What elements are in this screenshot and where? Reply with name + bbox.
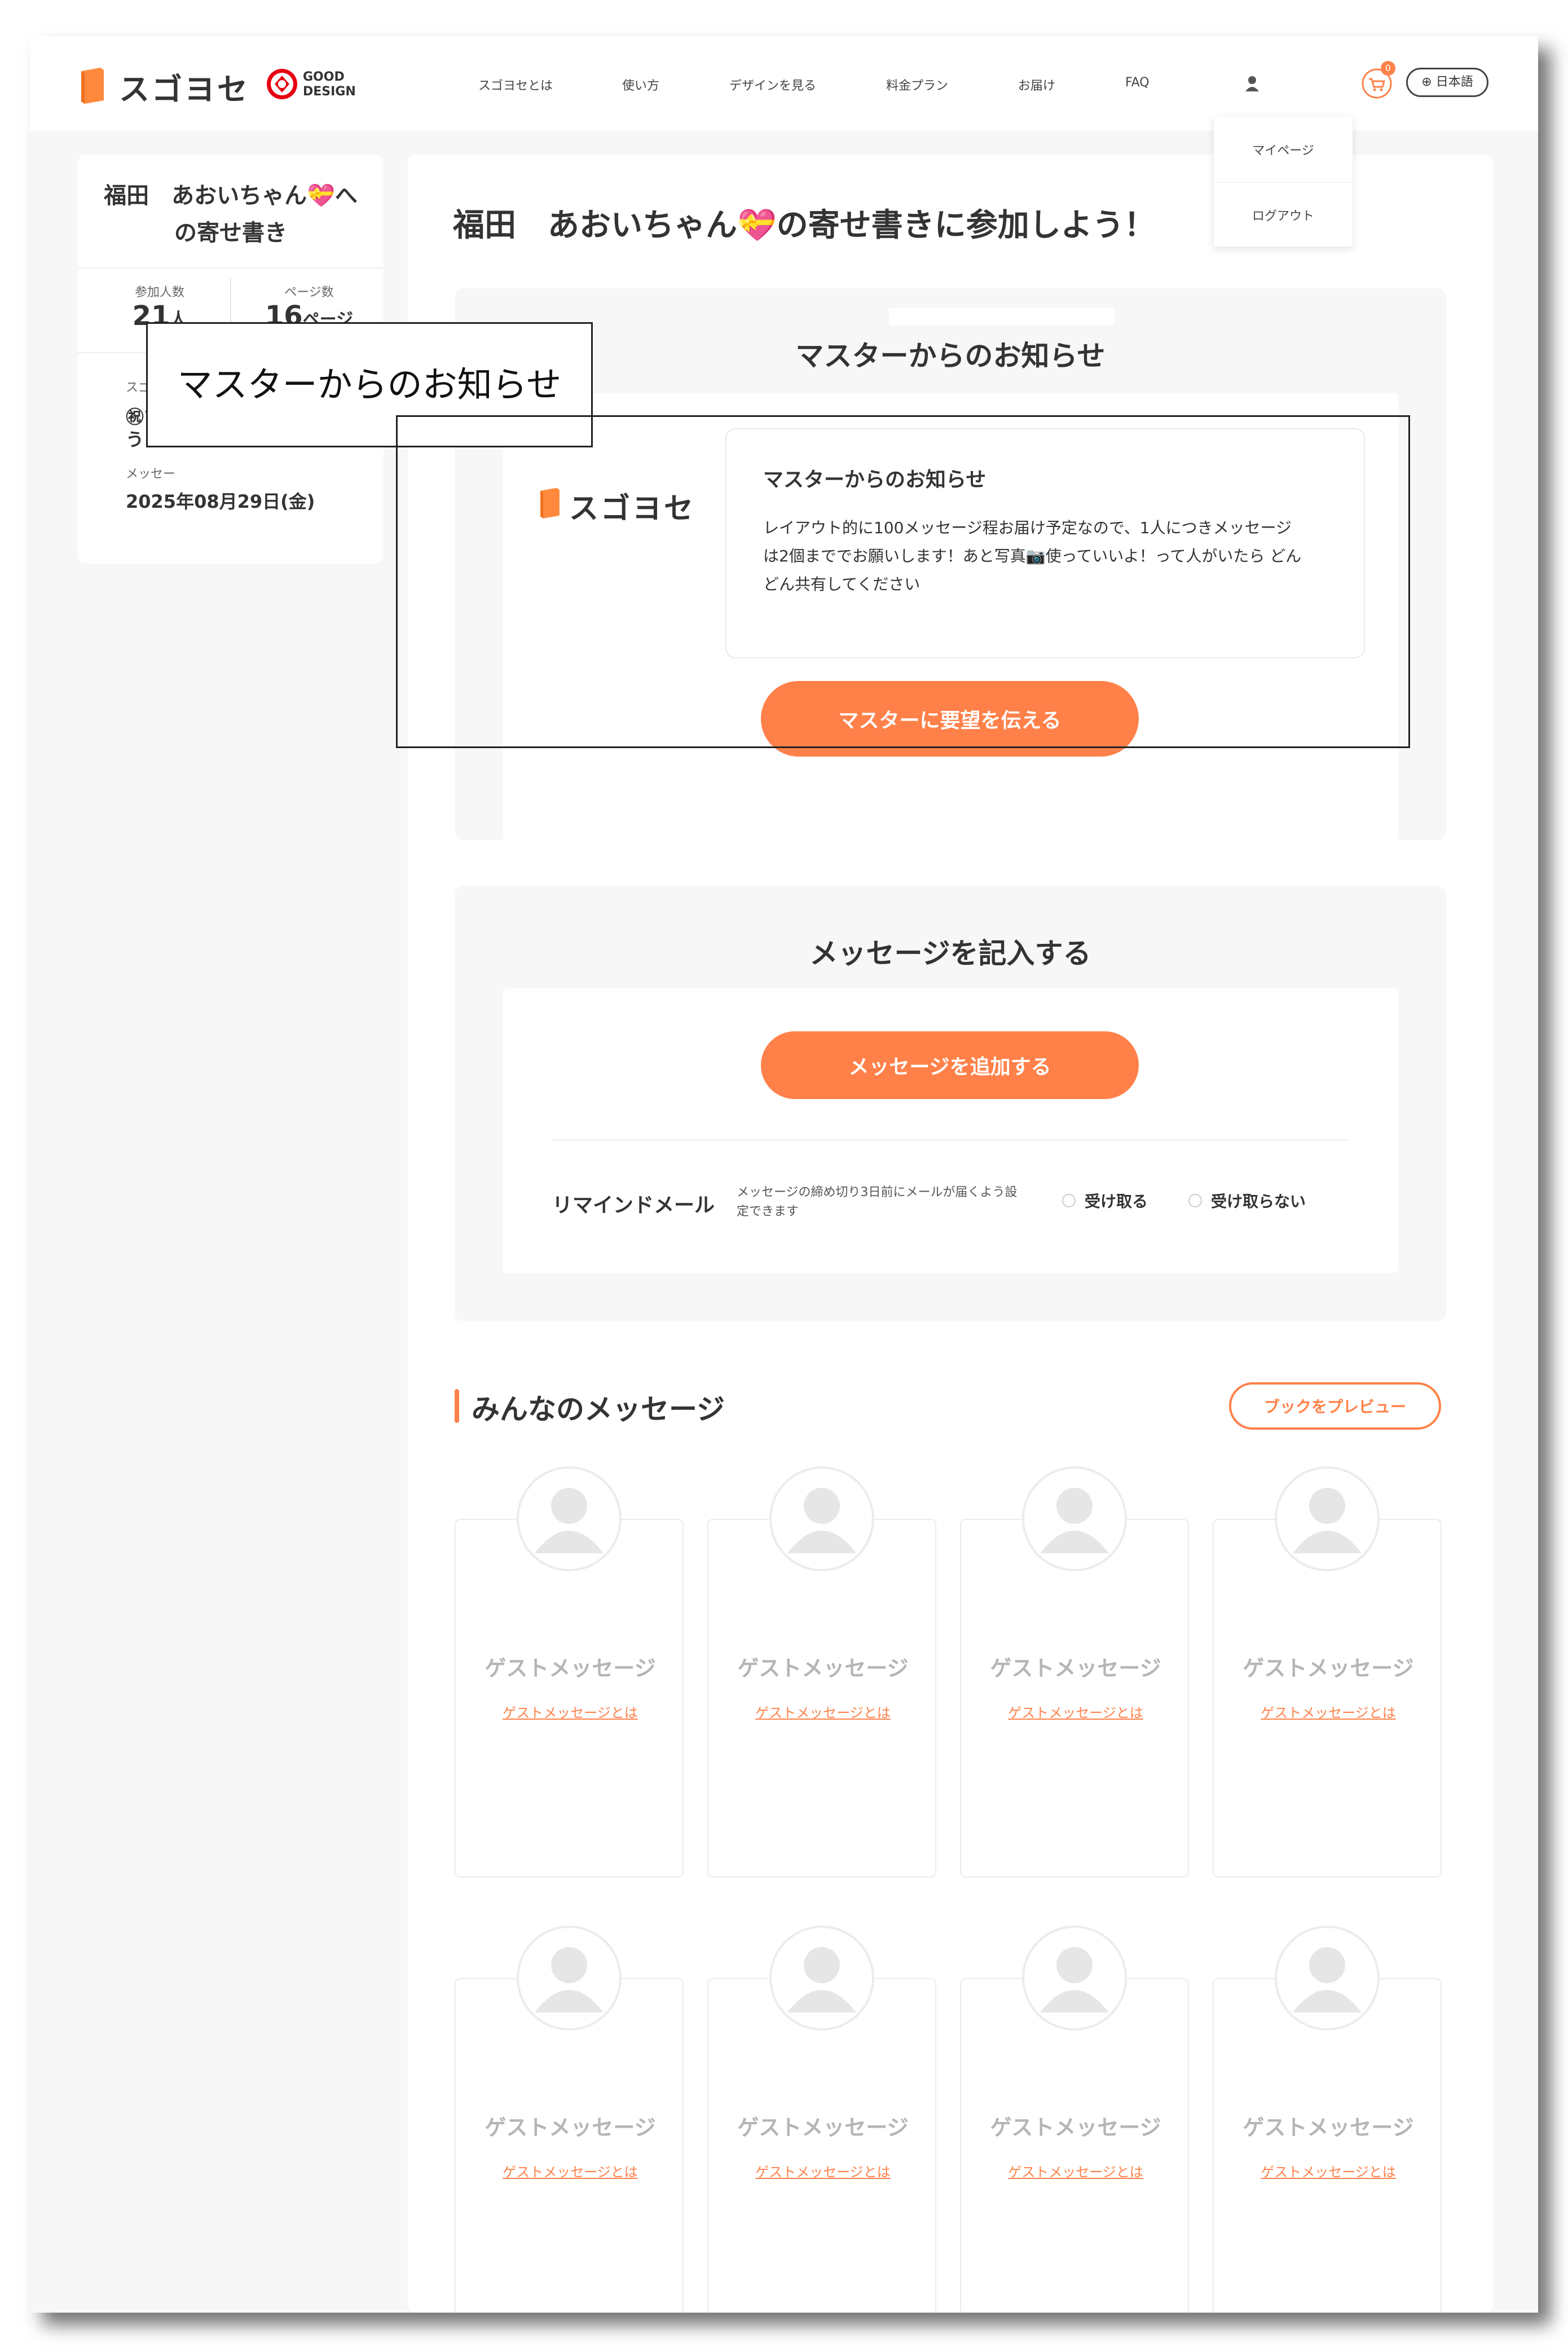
guest-message-info-link[interactable]: ゲストメッセージとは: [1214, 2161, 1443, 2181]
message-card-title: ゲストメッセージ: [737, 1656, 909, 1681]
message-card[interactable]: ゲストメッセージゲストメッセージとは: [707, 1519, 936, 1878]
message-card[interactable]: ゲストメッセージゲストメッセージとは: [960, 1519, 1189, 1878]
messages-section-title: みんなのメッセージ: [472, 1393, 725, 1426]
guest-message-info-link[interactable]: ゲストメッセージとは: [456, 1702, 685, 1721]
logo-text[interactable]: スゴヨセ: [119, 64, 250, 109]
cart-count-badge: 0: [1381, 61, 1395, 76]
language-selector[interactable]: ⊕ 日本語: [1406, 68, 1488, 97]
message-card-title: ゲストメッセージ: [1243, 1656, 1414, 1681]
good-design-text: GOOD DESIGN: [303, 70, 356, 99]
nav-faq[interactable]: FAQ: [1125, 76, 1149, 90]
radio-receive[interactable]: [1062, 1194, 1076, 1207]
globe-icon: ⊕: [1421, 75, 1432, 89]
pages-label: ページ数: [284, 285, 334, 300]
sidebar-title: 福田 あおいちゃん💝への寄せ書き: [104, 183, 358, 246]
participants-label: 参加人数: [134, 285, 184, 300]
good-design-icon: [267, 69, 297, 99]
menu-item-logout[interactable]: ログアウト: [1214, 206, 1353, 224]
nav-how-to-use[interactable]: 使い方: [622, 76, 659, 94]
radio-not-receive[interactable]: [1188, 1194, 1202, 1207]
nav-about[interactable]: スゴヨセとは: [478, 76, 553, 94]
guest-avatar-icon: [1022, 1466, 1127, 1571]
guest-message-info-link[interactable]: ゲストメッセージとは: [708, 1702, 937, 1721]
guest-avatar-icon: [769, 1466, 874, 1571]
book-logo-icon[interactable]: [78, 67, 107, 104]
guest-avatar-icon: [517, 1466, 622, 1571]
guest-message-info-link[interactable]: ゲストメッセージとは: [961, 1702, 1190, 1721]
guest-message-info-link[interactable]: ゲストメッセージとは: [708, 2161, 937, 2181]
nav-delivery[interactable]: お届け: [1018, 76, 1055, 94]
user-dropdown-menu: マイページ ログアウト: [1214, 117, 1353, 247]
radio-receive-label[interactable]: 受け取る: [1085, 1189, 1148, 1212]
guest-message-info-link[interactable]: ゲストメッセージとは: [961, 2161, 1190, 2181]
divider: [1214, 182, 1353, 183]
nav-designs[interactable]: デザインを見る: [729, 76, 816, 94]
radio-not-receive-label[interactable]: 受け取らない: [1211, 1189, 1306, 1212]
message-card-title: ゲストメッセージ: [485, 2115, 656, 2140]
nav-pricing[interactable]: 料金プラン: [886, 76, 948, 94]
annotation-highlight-box: [396, 415, 1410, 748]
user-name-masked: [1262, 76, 1330, 91]
add-message-button[interactable]: メッセージを追加する: [761, 1031, 1139, 1099]
message-card[interactable]: ゲストメッセージゲストメッセージとは: [455, 1519, 684, 1878]
guest-message-info-link[interactable]: ゲストメッセージとは: [456, 2161, 685, 2181]
guest-avatar-icon: [1022, 1926, 1127, 2031]
message-card-title: ゲストメッセージ: [485, 1656, 656, 1681]
page-title: 福田 あおいちゃん💝の寄せ書きに参加しよう！: [453, 207, 1156, 244]
guest-avatar-icon: [769, 1926, 874, 2031]
message-card-title: ゲストメッセージ: [737, 2115, 909, 2140]
guest-avatar-icon: [1275, 1926, 1380, 2031]
guest-message-info-link[interactable]: ゲストメッセージとは: [1214, 1702, 1443, 1721]
menu-item-mypage[interactable]: マイページ: [1214, 140, 1353, 159]
message-card-title: ゲストメッセージ: [990, 2115, 1161, 2140]
compose-panel: メッセージを記入する メッセージを追加する リマインドメール メッセージの締め切…: [455, 886, 1446, 1321]
deadline-label: メッセー: [126, 467, 176, 481]
divider: [552, 1140, 1349, 1141]
message-card[interactable]: ゲストメッセージゲストメッセージとは: [1213, 1519, 1442, 1878]
masked-text: [889, 308, 1115, 325]
section-accent-bar: [455, 1389, 459, 1423]
guest-avatar-icon: [1275, 1466, 1380, 1571]
remind-mail-label: リマインドメール: [552, 1194, 715, 1217]
compose-panel-title: メッセージを記入する: [809, 937, 1091, 970]
guest-avatar-icon: [517, 1926, 622, 2031]
notice-panel-title: マスターからのお知らせ: [795, 340, 1105, 372]
message-card-title: ゲストメッセージ: [990, 1656, 1161, 1681]
deadline-value: 2025年08月29日(金): [126, 491, 315, 512]
language-label: 日本語: [1435, 75, 1473, 89]
remind-mail-description: メッセージの締め切り3日前にメールが届くよう設 定できます: [737, 1185, 1018, 1219]
compose-inner: メッセージを追加する リマインドメール メッセージの締め切り3日前にメールが届く…: [503, 988, 1398, 1273]
message-card-title: ゲストメッセージ: [1243, 2115, 1414, 2140]
book-preview-button[interactable]: ブックをプレビュー: [1229, 1382, 1441, 1430]
user-avatar-icon[interactable]: [1244, 74, 1261, 93]
divider: [78, 267, 384, 269]
